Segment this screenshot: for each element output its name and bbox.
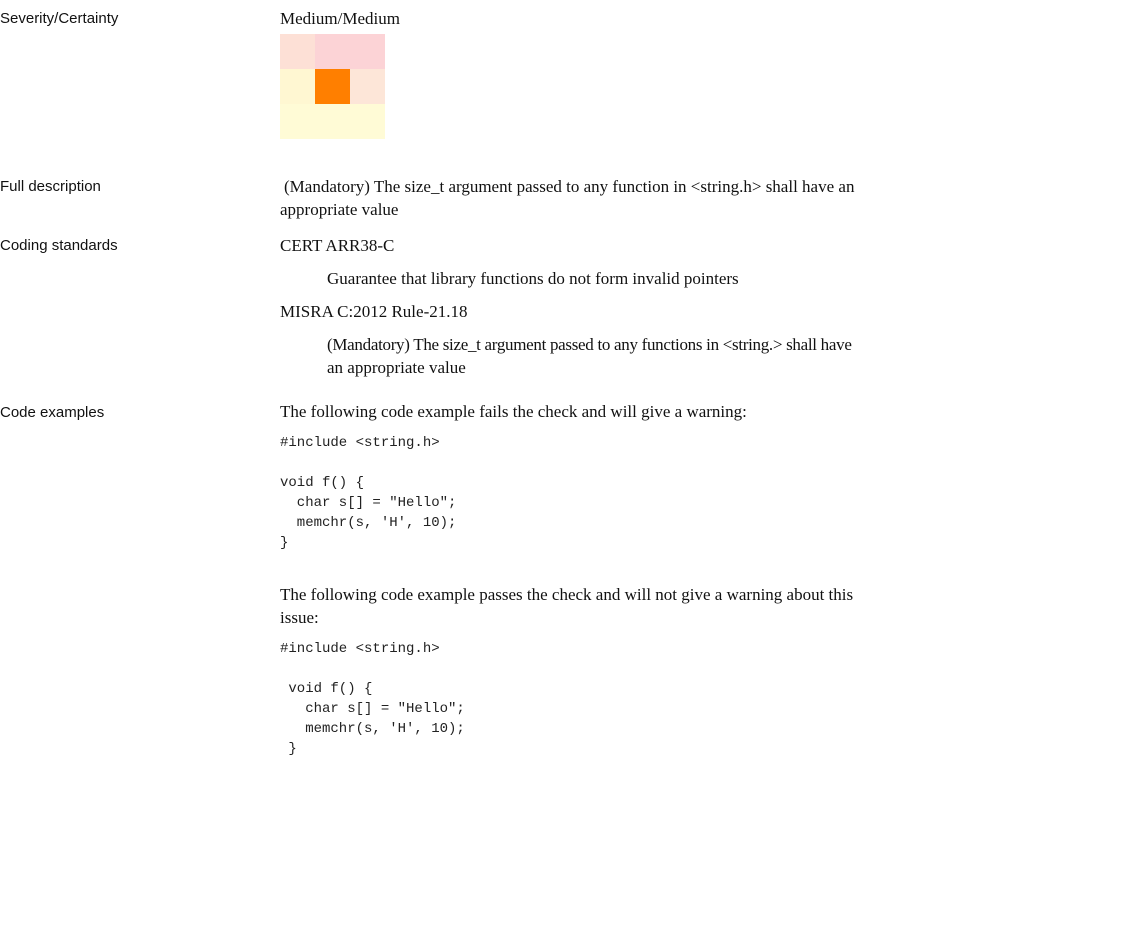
severity-matrix	[280, 34, 385, 139]
fail-example-intro: The following code example fails the che…	[280, 402, 747, 421]
description-line-1: (Mandatory) The size_t argument passed t…	[284, 177, 855, 196]
standard-cert-text: Guarantee that library functions do not …	[327, 269, 739, 288]
coding-standards-label: Coding standards	[0, 237, 118, 254]
pass-example-intro-2: issue:	[280, 608, 319, 627]
severity-cell-2-0	[280, 104, 315, 139]
standard-misra-text-1: (Mandatory) The size_t argument passed t…	[327, 335, 852, 354]
code-examples-label: Code examples	[0, 404, 105, 421]
severity-value: Medium/Medium	[280, 9, 400, 28]
fail-code-block: #include <string.h> void f() { char s[] …	[280, 435, 457, 551]
severity-cell-0-2	[350, 34, 385, 69]
severity-cell-0-0	[280, 34, 315, 69]
description-label: Full description	[0, 178, 101, 195]
severity-cell-2-2	[350, 104, 385, 139]
pass-example-intro-1: The following code example passes the ch…	[280, 585, 854, 604]
severity-cell-1-1	[315, 69, 350, 104]
severity-cell-1-0	[280, 69, 315, 104]
severity-cell-1-2	[350, 69, 385, 104]
standard-misra-name: MISRA C:2012 Rule-21.18	[280, 302, 468, 321]
severity-cell-2-1	[315, 104, 350, 139]
standard-cert-name: CERT ARR38-C	[280, 236, 395, 255]
pass-code-block: #include <string.h> void f() { char s[] …	[280, 641, 465, 757]
severity-label: Severity/Certainty	[0, 10, 119, 27]
severity-cell-0-1	[315, 34, 350, 69]
standard-misra-text-2: an appropriate value	[327, 358, 466, 377]
description-line-2: appropriate value	[280, 200, 399, 219]
